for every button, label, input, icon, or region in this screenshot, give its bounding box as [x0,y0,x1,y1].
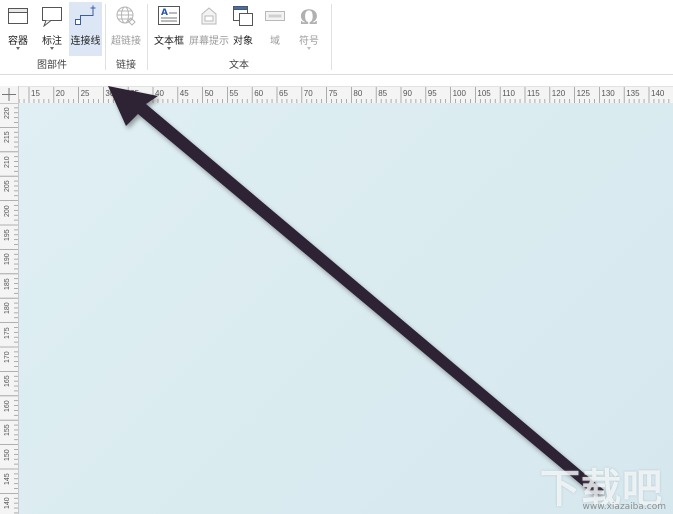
hyperlink-button[interactable]: 超链接 [109,2,143,56]
ruler-tick-label: 95 [427,89,437,98]
ruler-tick-label: 125 [576,89,590,98]
vertical-ruler[interactable]: 220 215 210 205 200 195 190 185 180 175 170 165 160 1… [0,103,19,514]
textbox-icon: A [157,5,181,30]
watermark-logo: 下载吧 www.xiazaiba.com [536,456,670,512]
ruler-tick-label: 140 [4,497,11,510]
ribbon-toolbar: 容器 标注 连接线 图部件 超链接 链接 A 文本框 屏幕提示 对象 域 Ω 符… [0,0,673,75]
ruler-tick-label: 220 [4,107,11,119]
ruler-tick-label: 90 [403,89,412,98]
ruler-tick-label: 60 [254,89,264,98]
ruler-tick-label: 70 [303,89,313,98]
ruler-tick-label: 45 [179,89,189,98]
ruler-tick-label: 65 [279,89,288,98]
ruler-tick-label: 175 [4,326,11,339]
object-button[interactable]: 对象 [230,2,256,56]
chevron-down-icon [50,47,54,50]
ruler-tick-label: 135 [626,89,640,98]
callout-button[interactable]: 标注 [36,2,68,56]
ruler-tick-label: 105 [477,89,491,98]
ruler-tick-label: 160 [4,400,11,412]
screentip-icon [197,5,221,30]
ruler-tick-label: 110 [502,89,515,98]
screentip-button[interactable]: 屏幕提示 [188,2,230,56]
ruler-tick-label: 40 [155,89,164,98]
chevron-down-icon [16,47,20,50]
connector-button[interactable]: 连接线 [69,2,102,56]
ruler-tick-label: 195 [4,229,11,241]
ruler-tick-label: 30 [105,89,115,98]
ruler-tick-label: 145 [4,473,11,485]
group-links: 超链接 链接 [106,0,146,74]
ruler-tick-label: 75 [328,89,338,98]
ruler-tick-label: 190 [4,253,11,266]
ruler-tick-label: 120 [551,89,566,98]
ruler-tick-label: 150 [4,448,11,461]
ruler-tick-label: 200 [4,204,11,217]
ruler-tick-label: 20 [55,89,65,98]
ruler-tick-label: 155 [4,424,11,437]
container-button[interactable]: 容器 [2,2,34,56]
ruler-tick-label: 210 [4,156,11,168]
ruler-tick-label: 140 [651,89,665,98]
textbox-button[interactable]: A 文本框 [151,2,187,56]
chevron-down-icon [167,47,171,50]
connector-icon [74,5,98,30]
ruler-tick-label: 115 [527,89,540,98]
ruler-tick-label: 165 [4,375,11,388]
ruler-tick-label: 55 [229,89,239,98]
svg-text:Ω: Ω [300,5,318,27]
ruler-tick-label: 80 [353,89,363,98]
group-diagram-parts: 容器 标注 连接线 图部件 [0,0,104,74]
horizontal-ruler[interactable]: 15 20 25 30 35 40 45 50 55 60 65 70 75 80 85 90 95 100 105… [0,86,673,104]
ruler-tick-label: 170 [4,351,11,363]
ruler-tick-label: 215 [4,131,11,144]
group-label-diagram-parts: 图部件 [37,60,67,71]
container-icon [7,5,29,28]
globe-link-icon [115,5,137,30]
ruler-tick-label: 25 [80,89,90,98]
svg-text:A: A [161,8,168,18]
ruler-tick-label: 205 [4,180,11,193]
group-text: A 文本框 屏幕提示 对象 域 Ω 符号 文本 [148,0,330,74]
ruler-tick-label: 185 [4,278,11,290]
chevron-down-icon [307,47,311,50]
ruler-tick-label: 180 [4,302,11,315]
ruler-tick-label: 50 [204,89,214,98]
field-button[interactable]: 域 [262,2,288,56]
ruler-tick-label: 35 [130,89,140,98]
group-label-text: 文本 [229,60,249,71]
ruler-tick-label: 100 [452,89,466,98]
ruler-tick-label: 15 [31,89,40,98]
object-icon [232,5,254,30]
ruler-tick-label: 85 [378,89,388,98]
watermark-url: www.xiazaiba.com [582,502,666,512]
drawing-canvas[interactable] [19,103,673,514]
omega-symbol-icon: Ω [298,5,320,30]
ruler-corner[interactable] [0,86,19,104]
callout-icon [41,5,63,30]
group-divider [331,4,332,70]
group-label-links: 链接 [116,60,136,71]
field-icon [264,5,286,30]
ruler-tick-label: 130 [601,89,615,98]
symbol-button[interactable]: Ω 符号 [294,2,324,56]
